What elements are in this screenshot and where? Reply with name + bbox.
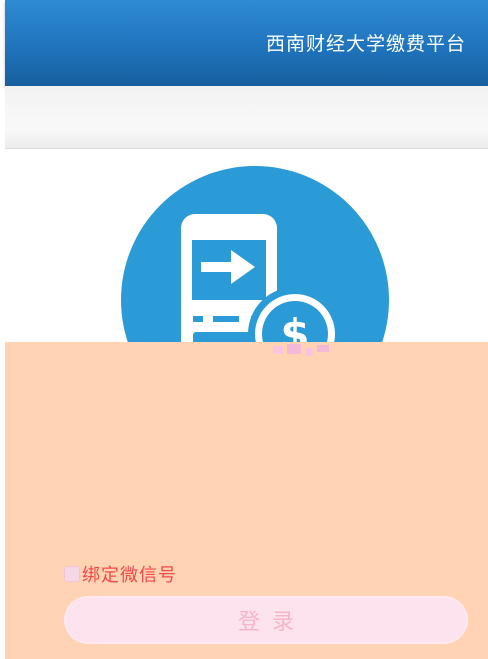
login-button-label: 登录 <box>237 610 306 635</box>
app-header: 西南财经大学缴费平台 <box>5 0 488 86</box>
sub-navigation-bar <box>5 86 488 149</box>
bind-wechat-checkbox[interactable] <box>64 566 80 582</box>
bind-wechat-row[interactable]: 绑定微信号 <box>64 562 177 586</box>
bind-wechat-label: 绑定微信号 <box>82 565 177 586</box>
login-button[interactable]: 登录 <box>64 596 468 644</box>
header-title: 西南财经大学缴费平台 <box>265 33 466 55</box>
artifact-glyph-icon <box>273 344 329 356</box>
